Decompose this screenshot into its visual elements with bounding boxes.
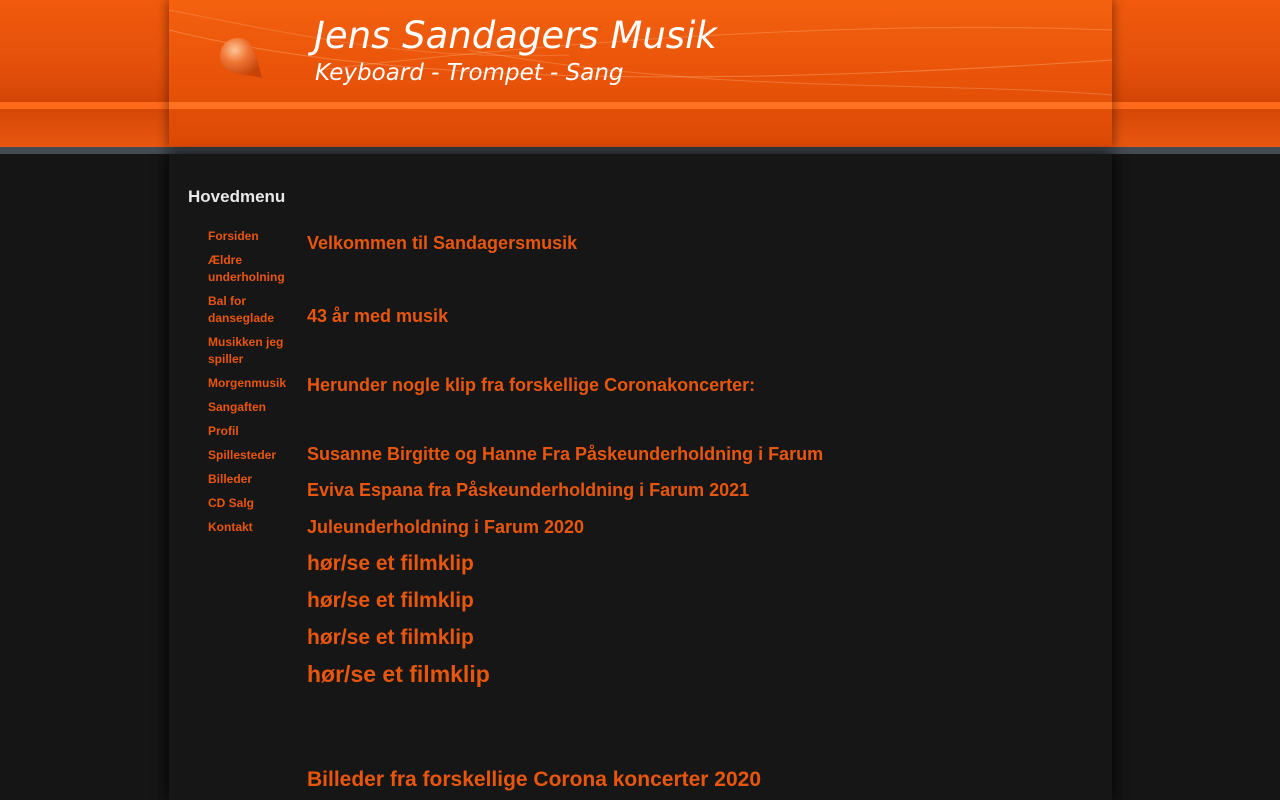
menu-item-profil: Profil: [208, 423, 303, 440]
menu-item-sangaften: Sangaften: [208, 399, 303, 416]
menu-item-bal-for-danseglade: Bal for danseglade: [208, 293, 303, 327]
menu-item-spillesteder: Spillesteder: [208, 447, 303, 464]
sidebar-title: Hovedmenu: [188, 187, 286, 206]
menu-link-sangaften[interactable]: Sangaften: [208, 399, 303, 416]
intro-heading: Herunder nogle klip fra forskellige Coro…: [307, 375, 756, 395]
banner-stripe: [169, 102, 1112, 109]
menu-item-cd-salg: CD Salg: [208, 495, 303, 512]
menu-item-kontakt: Kontakt: [208, 519, 303, 536]
film-clip-link-3[interactable]: hør/se et filmklip: [307, 626, 474, 649]
film-clip-link-4[interactable]: hør/se et filmklip: [307, 661, 490, 687]
menu-item-aeldre-underholning: Ældre underholning: [208, 252, 303, 286]
logo-orb-icon: [220, 37, 262, 78]
menu-link-profil[interactable]: Profil: [208, 423, 303, 440]
film-clip-link-2[interactable]: hør/se et filmklip: [307, 589, 474, 612]
menu-link-musikken-jeg-spiller[interactable]: Musikken jeg spiller: [208, 334, 303, 368]
main-menu: Forsiden Ældre underholning Bal for dans…: [208, 228, 303, 543]
menu-link-billeder[interactable]: Billeder: [208, 471, 303, 488]
menu-item-forsiden: Forsiden: [208, 228, 303, 245]
clip-title-1: Susanne Birgitte og Hanne Fra Påskeunder…: [307, 444, 824, 464]
menu-link-morgenmusik[interactable]: Morgenmusik: [208, 375, 303, 392]
menu-link-kontakt[interactable]: Kontakt: [208, 519, 303, 536]
site-subtitle: Keyboard - Trompet - Sang: [315, 60, 624, 86]
welcome-heading: Velkommen til Sandagersmusik: [307, 233, 578, 253]
clip-title-2: Eviva Espana fra Påskeunderholdning i Fa…: [307, 480, 750, 500]
menu-item-morgenmusik: Morgenmusik: [208, 375, 303, 392]
menu-item-billeder: Billeder: [208, 471, 303, 488]
menu-link-bal-for-danseglade[interactable]: Bal for danseglade: [208, 293, 303, 327]
site-title: Jens Sandagers Musik: [314, 14, 717, 57]
header-bottom-border: [0, 147, 1280, 154]
film-clip-link-1[interactable]: hør/se et filmklip: [307, 552, 474, 575]
menu-link-forsiden[interactable]: Forsiden: [208, 228, 303, 245]
menu-link-aeldre-underholning[interactable]: Ældre underholning: [208, 252, 303, 286]
photos-heading: Billeder fra forskellige Corona koncerte…: [307, 768, 762, 791]
years-heading: 43 år med musik: [307, 306, 449, 326]
clip-title-3: Juleunderholdning i Farum 2020: [307, 517, 585, 537]
menu-link-cd-salg[interactable]: CD Salg: [208, 495, 303, 512]
menu-item-musikken-jeg-spiller: Musikken jeg spiller: [208, 334, 303, 368]
menu-link-spillesteder[interactable]: Spillesteder: [208, 447, 303, 464]
